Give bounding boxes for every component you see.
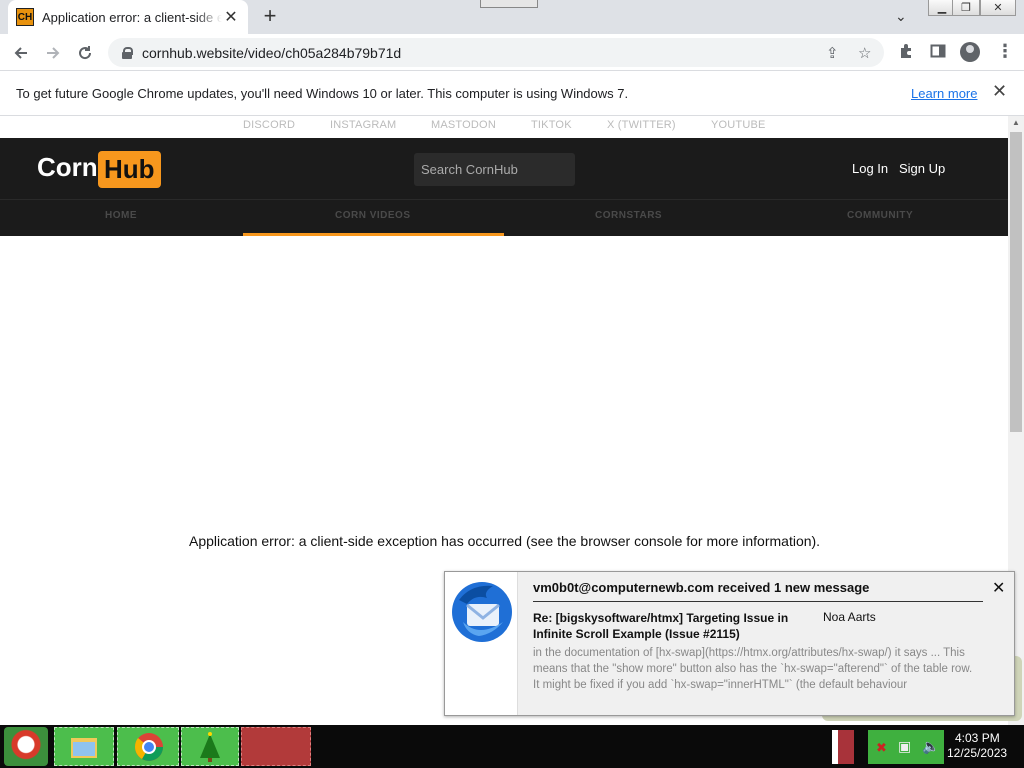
notification-preview: in the documentation of [hx-swap](https:… bbox=[533, 647, 973, 691]
site-favicon-icon: CH bbox=[16, 8, 34, 26]
bookmark-star-icon[interactable]: ☆ bbox=[858, 44, 871, 62]
social-link-instagram[interactable]: INSTAGRAM bbox=[330, 119, 396, 131]
browser-tab[interactable]: CH Application error: a client-side exce… bbox=[8, 0, 248, 34]
network-error-icon[interactable]: ✖ bbox=[876, 740, 887, 756]
infobar-close-icon[interactable]: ✕ bbox=[992, 81, 1007, 102]
profile-avatar-icon[interactable] bbox=[960, 42, 980, 62]
nav-home[interactable]: HOME bbox=[105, 210, 137, 221]
new-tab-button[interactable]: + bbox=[258, 5, 282, 29]
logo-text-corn[interactable]: Corn bbox=[37, 152, 98, 183]
clock-date[interactable]: 12/25/2023 bbox=[947, 746, 1007, 760]
social-link-mastodon[interactable]: MASTODON bbox=[431, 119, 496, 131]
site-header: Corn Hub Search CornHub Log In Sign Up bbox=[0, 138, 1008, 199]
thunderbird-icon bbox=[452, 582, 512, 642]
share-icon[interactable]: ⇪ bbox=[826, 44, 839, 62]
error-message: Application error: a client-side excepti… bbox=[189, 533, 821, 549]
site-nav: HOME CORN VIDEOS CORNSTARS COMMUNITY bbox=[0, 199, 1008, 236]
christmas-tree-icon[interactable] bbox=[181, 727, 239, 766]
learn-more-link[interactable]: Learn more bbox=[911, 86, 977, 101]
notification-divider bbox=[533, 601, 983, 602]
tray-app-icon[interactable] bbox=[832, 730, 854, 764]
site-search-input[interactable]: Search CornHub bbox=[414, 153, 575, 186]
volume-icon[interactable]: 🔈 bbox=[922, 738, 939, 755]
social-link-x[interactable]: X (TWITTER) bbox=[607, 119, 676, 131]
extensions-puzzle-icon[interactable] bbox=[898, 43, 914, 64]
chrome-icon[interactable] bbox=[117, 727, 179, 766]
tab-title: Application error: a client-side excepti… bbox=[42, 9, 222, 25]
notification-sender: Noa Aarts bbox=[823, 610, 876, 624]
infobar-message: To get future Google Chrome updates, you… bbox=[16, 86, 629, 101]
tab-strip: CH Application error: a client-side exce… bbox=[0, 0, 1024, 34]
notification-close-icon[interactable]: ✕ bbox=[992, 578, 1005, 598]
tab-search-chevron-icon[interactable]: ⌄ bbox=[895, 8, 907, 25]
social-link-discord[interactable]: DISCORD bbox=[243, 119, 295, 131]
file-explorer-icon[interactable] bbox=[54, 727, 114, 766]
logo-text-hub[interactable]: Hub bbox=[98, 151, 161, 188]
window-drag-handle[interactable] bbox=[480, 0, 538, 8]
forward-icon[interactable] bbox=[40, 40, 66, 66]
browser-toolbar: cornhub.website/video/ch05a284b79b71d ⇪ … bbox=[0, 34, 1024, 71]
social-link-youtube[interactable]: YOUTUBE bbox=[711, 119, 766, 131]
clock-time[interactable]: 4:03 PM bbox=[955, 731, 1000, 745]
system-tray: ✖ ▣ 🔈 bbox=[868, 730, 944, 764]
reload-icon[interactable] bbox=[72, 40, 98, 66]
network-icon[interactable]: ▣ bbox=[898, 738, 911, 755]
url-text: cornhub.website/video/ch05a284b79b71d bbox=[142, 44, 402, 61]
lock-icon[interactable] bbox=[122, 46, 133, 59]
notification-subject: Re: [bigskysoftware/htmx] Targeting Issu… bbox=[533, 611, 789, 641]
scroll-thumb[interactable] bbox=[1010, 132, 1022, 432]
scroll-up-icon[interactable]: ▲ bbox=[1012, 118, 1020, 127]
menu-dots-icon[interactable]: ⋮ bbox=[996, 41, 1014, 62]
nav-community[interactable]: COMMUNITY bbox=[847, 210, 913, 221]
active-nav-underline bbox=[243, 233, 504, 236]
log-in-link[interactable]: Log In bbox=[852, 161, 888, 176]
address-bar[interactable]: cornhub.website/video/ch05a284b79b71d ⇪ … bbox=[108, 38, 884, 67]
start-button-santa-icon[interactable] bbox=[4, 727, 48, 766]
social-links-row: DISCORD INSTAGRAM MASTODON TIKTOK X (TWI… bbox=[0, 116, 1008, 138]
nav-cornstars[interactable]: CORNSTARS bbox=[595, 210, 662, 221]
mail-notification[interactable]: vm0b0t@computernewb.com received 1 new m… bbox=[444, 571, 1015, 716]
update-infobar: To get future Google Chrome updates, you… bbox=[0, 71, 1024, 116]
tab-close-icon[interactable]: ✕ bbox=[222, 7, 240, 27]
taskbar: ✖ ▣ 🔈 4:03 PM 12/25/2023 bbox=[0, 725, 1024, 768]
social-link-tiktok[interactable]: TIKTOK bbox=[531, 119, 572, 131]
restore-button[interactable]: ❐ bbox=[952, 0, 980, 16]
nav-corn-videos[interactable]: CORN VIDEOS bbox=[335, 210, 411, 221]
notification-header: vm0b0t@computernewb.com received 1 new m… bbox=[533, 580, 870, 595]
close-window-button[interactable]: ✕ bbox=[980, 0, 1016, 16]
taskbar-app-icon[interactable] bbox=[241, 727, 311, 766]
notification-icon-panel bbox=[445, 572, 518, 715]
sign-up-link[interactable]: Sign Up bbox=[899, 161, 945, 176]
side-panel-icon[interactable] bbox=[930, 43, 946, 64]
back-icon[interactable] bbox=[8, 40, 34, 66]
